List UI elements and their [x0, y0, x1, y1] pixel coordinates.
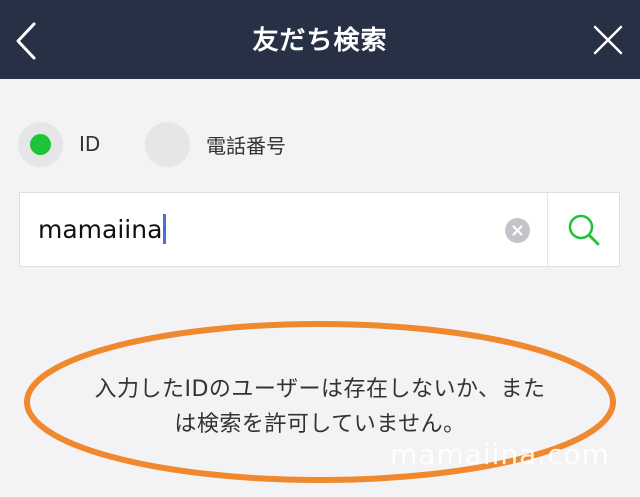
message-line-1: 入力したIDのユーザーは存在しないか、また	[94, 377, 546, 402]
search-icon	[568, 214, 600, 246]
page-title: 友だち検索	[252, 26, 388, 56]
watermark: mamaiina.com	[389, 438, 610, 471]
header-bar: 友だち検索	[0, 0, 640, 79]
radio-label-id: ID	[79, 132, 101, 156]
search-input-value: mamaiina	[38, 215, 163, 244]
radio-option-id[interactable]: ID	[18, 121, 100, 167]
clear-button[interactable]	[505, 218, 530, 243]
search-input[interactable]: mamaiina	[38, 193, 167, 266]
clear-x-icon	[512, 225, 523, 236]
search-box: mamaiina	[19, 192, 620, 267]
no-result-message: 入力したIDのユーザーは存在しないか、また は検索を許可していません。	[0, 372, 640, 442]
radio-label-phone: 電話番号	[206, 133, 286, 158]
close-button[interactable]	[590, 22, 626, 58]
search-button[interactable]	[548, 193, 619, 266]
close-icon	[593, 25, 623, 55]
message-line-2: は検索を許可していません。	[174, 412, 466, 437]
text-caret	[163, 214, 167, 244]
radio-option-phone[interactable]: 電話番号	[145, 121, 286, 167]
radio-button-selected[interactable]	[18, 121, 63, 167]
radio-selected-dot	[30, 133, 51, 155]
radio-button-unselected[interactable]	[145, 121, 190, 167]
